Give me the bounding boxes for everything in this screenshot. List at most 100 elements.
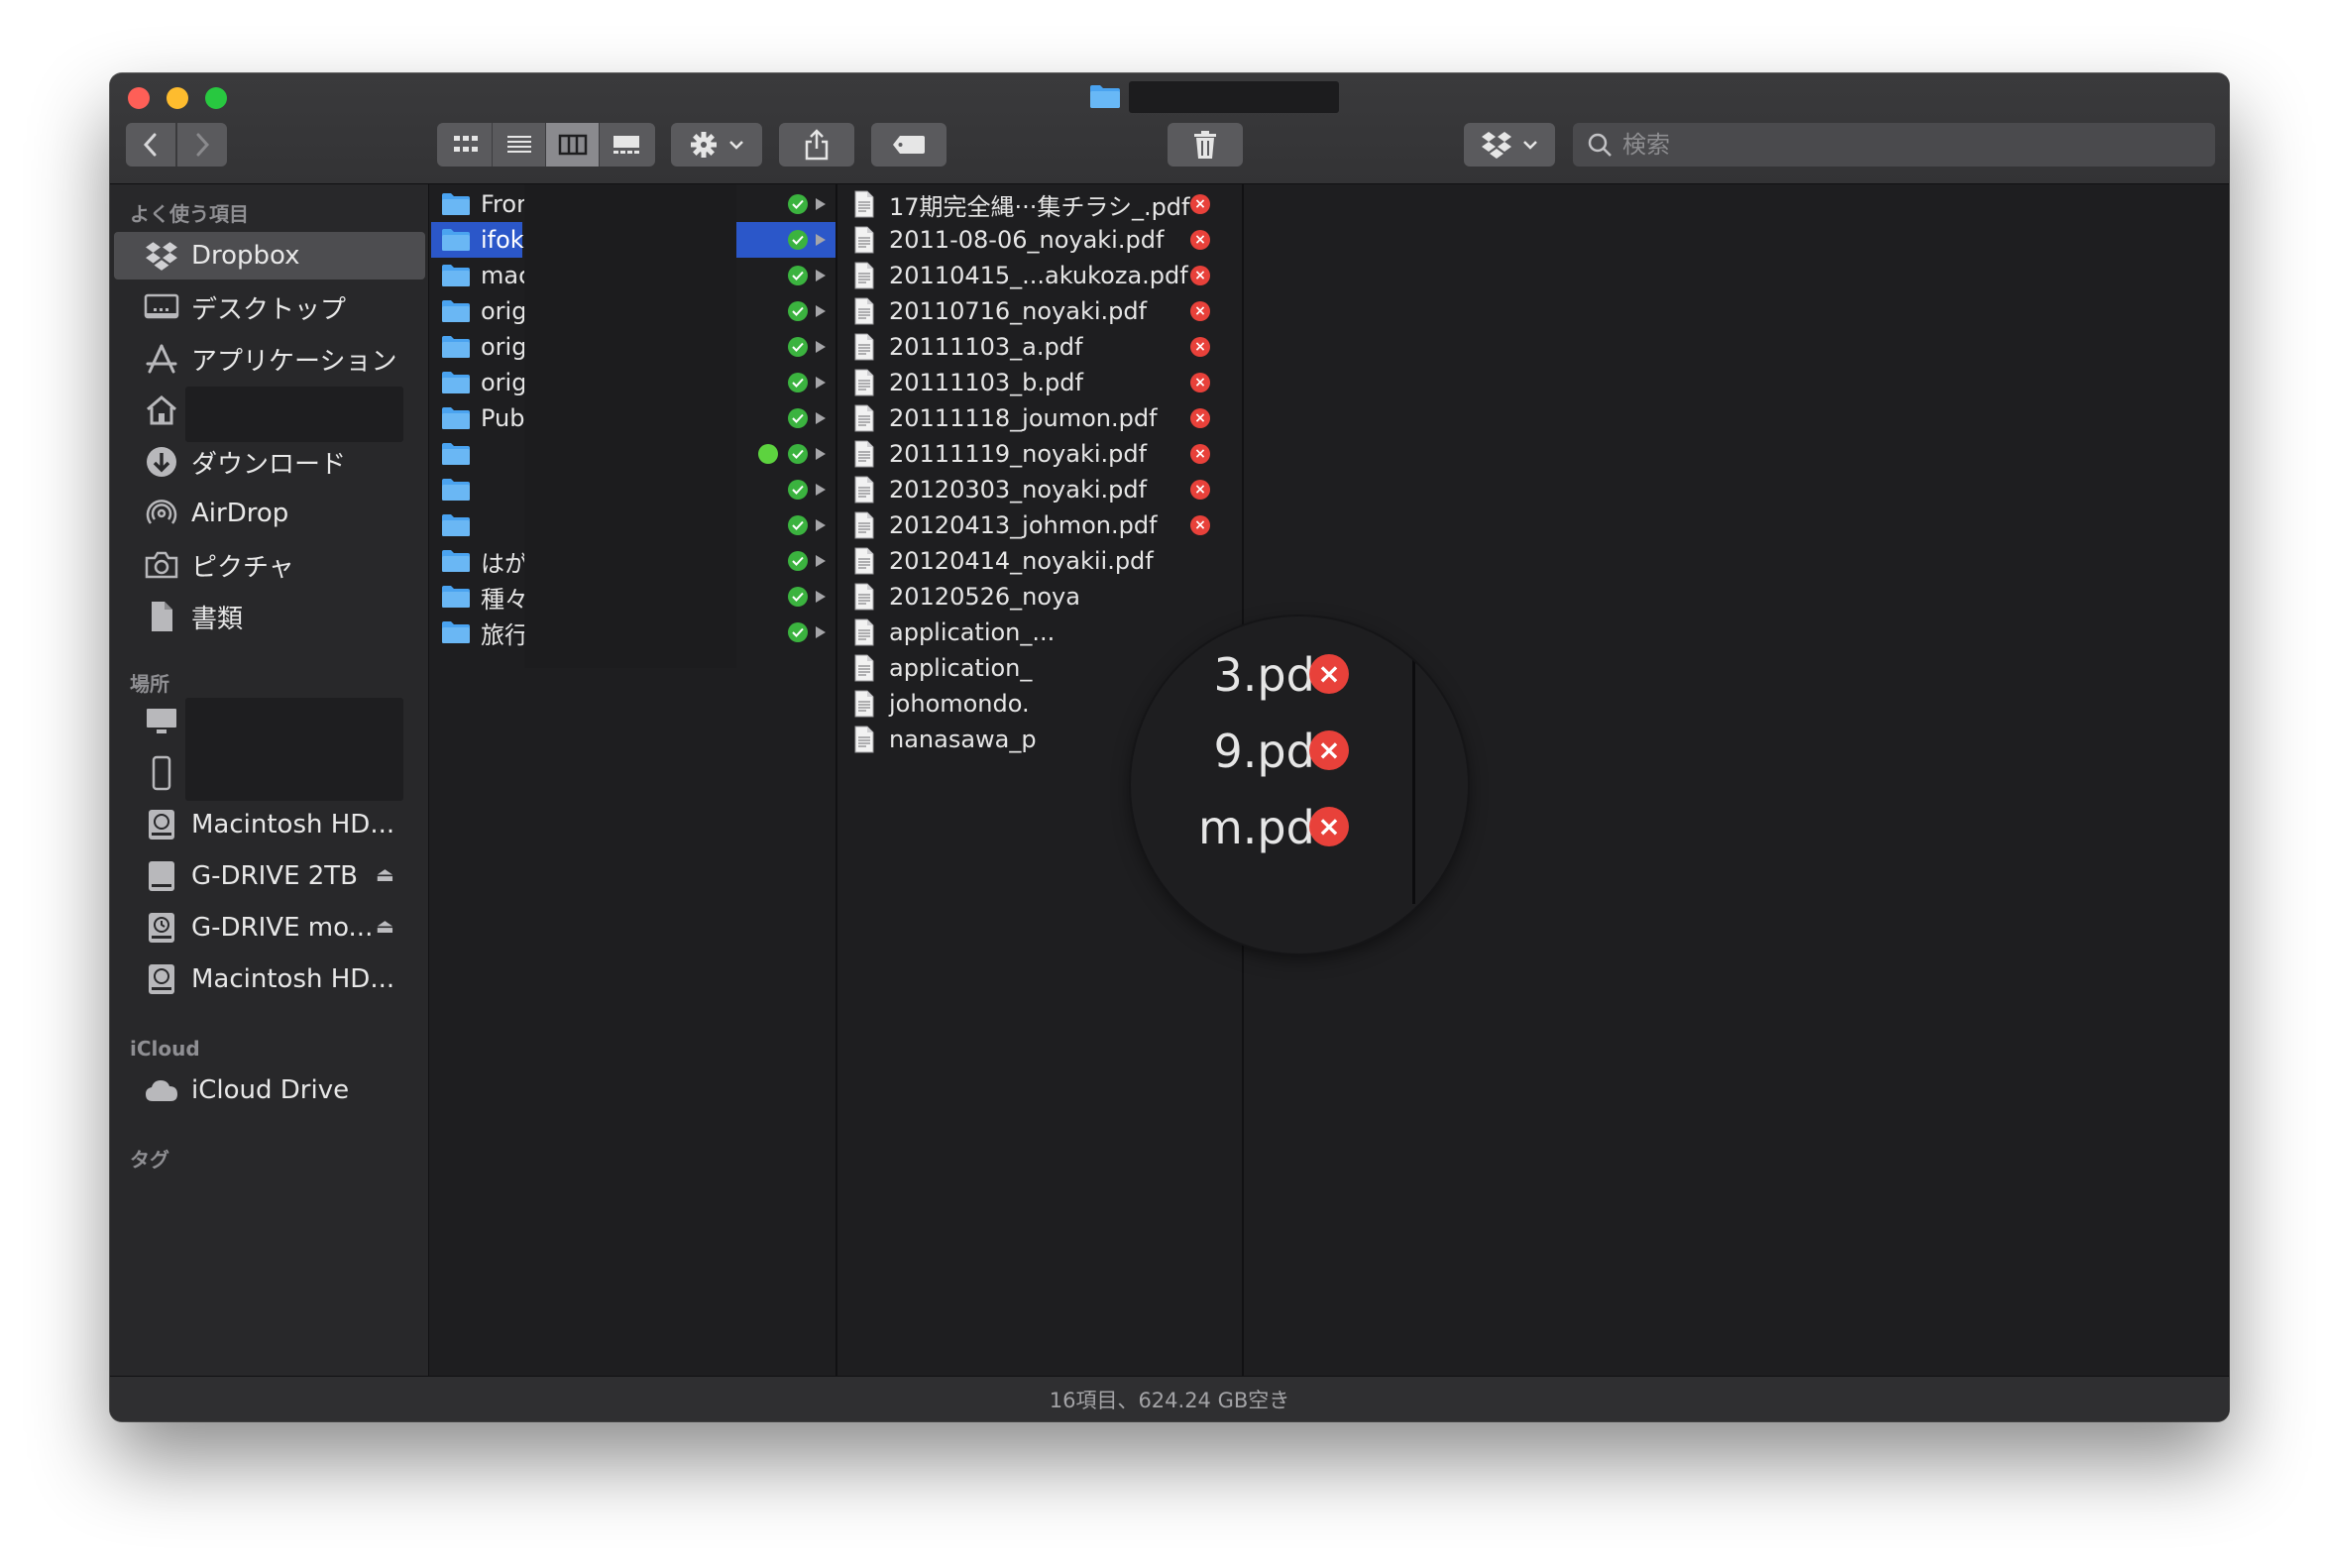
file-name: 20111103_a.pdf <box>889 333 1083 361</box>
pdf-file-icon <box>854 547 874 575</box>
redacted-username <box>185 387 403 442</box>
close-button[interactable] <box>128 87 150 109</box>
sidebar-item-macintosh-hd-1[interactable]: Macintosh HD... <box>114 801 425 848</box>
folder-name: orig <box>481 297 527 325</box>
disclosure-arrow-icon <box>816 198 826 210</box>
back-button[interactable] <box>126 123 175 167</box>
file-row[interactable]: 20110716_noyaki.pdf <box>837 293 1244 329</box>
sync-ok-icon <box>788 587 808 607</box>
desktop-icon <box>144 289 179 325</box>
sidebar-item-label: iCloud Drive <box>191 1075 350 1105</box>
magnifier-loupe: 3.pdf × 9.pdf × m.pdf × <box>1131 616 1468 953</box>
file-row[interactable]: 20120413_johmon.pdf <box>837 507 1244 543</box>
folder-icon <box>442 621 470 643</box>
file-name: johomondo. <box>889 690 1030 718</box>
folder-icon <box>442 336 470 358</box>
icon-view-button[interactable] <box>439 123 493 167</box>
folder-name: orig <box>481 369 527 396</box>
column-view-button[interactable] <box>546 123 600 167</box>
file-name: 20111118_joumon.pdf <box>889 404 1158 432</box>
folder-icon <box>442 443 470 465</box>
file-name: 20110415_...akukoza.pdf <box>889 262 1188 289</box>
sidebar-item-applications[interactable]: アプリケーション <box>114 335 425 383</box>
sync-error-icon: × <box>1190 194 1210 214</box>
sidebar-item-label: G-DRIVE 2TB <box>191 861 359 891</box>
folder-name: Fror <box>481 190 526 218</box>
file-row[interactable]: 20110415_...akukoza.pdf <box>837 258 1244 293</box>
file-row[interactable]: 20111103_b.pdf <box>837 365 1244 400</box>
sync-error-icon: × <box>1190 301 1210 321</box>
share-button[interactable] <box>779 123 854 167</box>
chevron-down-icon <box>729 141 743 150</box>
tags-button[interactable] <box>871 123 947 167</box>
redacted-device-names <box>185 698 403 801</box>
sidebar-item-downloads[interactable]: ダウンロード <box>114 438 425 486</box>
magnified-row: 9.pdf × <box>1131 713 1468 788</box>
sidebar-item-airdrop[interactable]: AirDrop <box>114 490 425 537</box>
disclosure-arrow-icon <box>816 341 826 353</box>
sync-ok-icon <box>788 230 808 250</box>
cloud-icon <box>144 1072 179 1108</box>
chevron-left-icon <box>143 133 157 157</box>
disclosure-arrow-icon <box>816 519 826 531</box>
file-name: 20120413_johmon.pdf <box>889 511 1158 539</box>
file-row[interactable]: 20120303_noyaki.pdf <box>837 472 1244 507</box>
folder-icon <box>442 372 470 393</box>
file-row[interactable]: 20111119_noyaki.pdf <box>837 436 1244 472</box>
file-name: nanasawa_p <box>889 726 1037 753</box>
tag-icon <box>893 136 925 154</box>
sidebar-item-dropbox[interactable]: Dropbox <box>114 232 425 280</box>
sidebar-item-label: AirDrop <box>191 499 289 528</box>
file-row[interactable]: 20120526_noya <box>837 579 1244 615</box>
sync-ok-icon <box>788 373 808 392</box>
trash-icon <box>1194 131 1216 159</box>
status-bar: 16項目、624.24 GB空き <box>110 1376 2229 1421</box>
sidebar-item-desktop[interactable]: デスクトップ <box>114 283 425 331</box>
finder-window: よく使う項目 Dropbox デスクトップ アプリケーション <box>110 73 2229 1421</box>
sidebar-item-icloud-drive[interactable]: iCloud Drive <box>114 1066 425 1114</box>
file-name: application_... <box>889 618 1056 646</box>
airdrop-icon <box>144 496 179 531</box>
pdf-file-icon <box>854 618 874 646</box>
grid-icon <box>453 136 478 152</box>
phone-icon <box>144 755 179 791</box>
file-row[interactable]: 20120414_noyakii.pdf <box>837 543 1244 579</box>
back-forward-group <box>126 123 227 167</box>
sidebar-item-macintosh-hd-2[interactable]: Macintosh HD... <box>114 955 425 1003</box>
sidebar-item-documents[interactable]: 書類 <box>114 593 425 640</box>
search-field[interactable] <box>1573 123 2215 167</box>
search-icon <box>1588 133 1612 157</box>
pdf-file-icon <box>854 511 874 539</box>
sidebar: よく使う項目 Dropbox デスクトップ アプリケーション ダウンロード Ai… <box>110 184 429 1376</box>
file-row[interactable]: 20111118_joumon.pdf <box>837 400 1244 436</box>
file-name: 20110716_noyaki.pdf <box>889 297 1148 325</box>
sidebar-item-label: ピクチャ <box>191 552 294 583</box>
home-icon <box>144 392 179 428</box>
search-input[interactable] <box>1622 131 2177 159</box>
delete-button[interactable] <box>1168 123 1243 167</box>
gallery-view-button[interactable] <box>600 123 653 167</box>
file-row[interactable]: 20111103_a.pdf <box>837 329 1244 365</box>
time-machine-drive-icon <box>144 910 179 946</box>
pdf-file-icon <box>854 190 874 218</box>
dropbox-menu-button[interactable] <box>1464 123 1555 167</box>
sync-ok-icon <box>788 515 808 535</box>
list-view-button[interactable] <box>493 123 546 167</box>
folder-icon <box>1090 85 1120 108</box>
eject-icon[interactable]: ⏏ <box>376 862 394 886</box>
disclosure-arrow-icon <box>816 234 826 246</box>
pdf-file-icon <box>854 226 874 254</box>
redacted-folder-names <box>524 184 736 668</box>
action-menu-button[interactable] <box>671 123 762 167</box>
sync-error-icon: × <box>1190 480 1210 500</box>
forward-button[interactable] <box>177 123 227 167</box>
sidebar-item-pictures[interactable]: ピクチャ <box>114 541 425 589</box>
minimize-button[interactable] <box>167 87 188 109</box>
file-row[interactable]: 2011-08-06_noyaki.pdf <box>837 222 1244 258</box>
zoom-button[interactable] <box>205 87 227 109</box>
disclosure-arrow-icon <box>816 448 826 460</box>
sidebar-item-label: アプリケーション <box>191 346 397 377</box>
eject-icon[interactable]: ⏏ <box>376 914 394 938</box>
file-row[interactable]: 17期完全縄···集チラシ_.pdf <box>837 186 1244 222</box>
sync-error-icon: × <box>1190 230 1210 250</box>
